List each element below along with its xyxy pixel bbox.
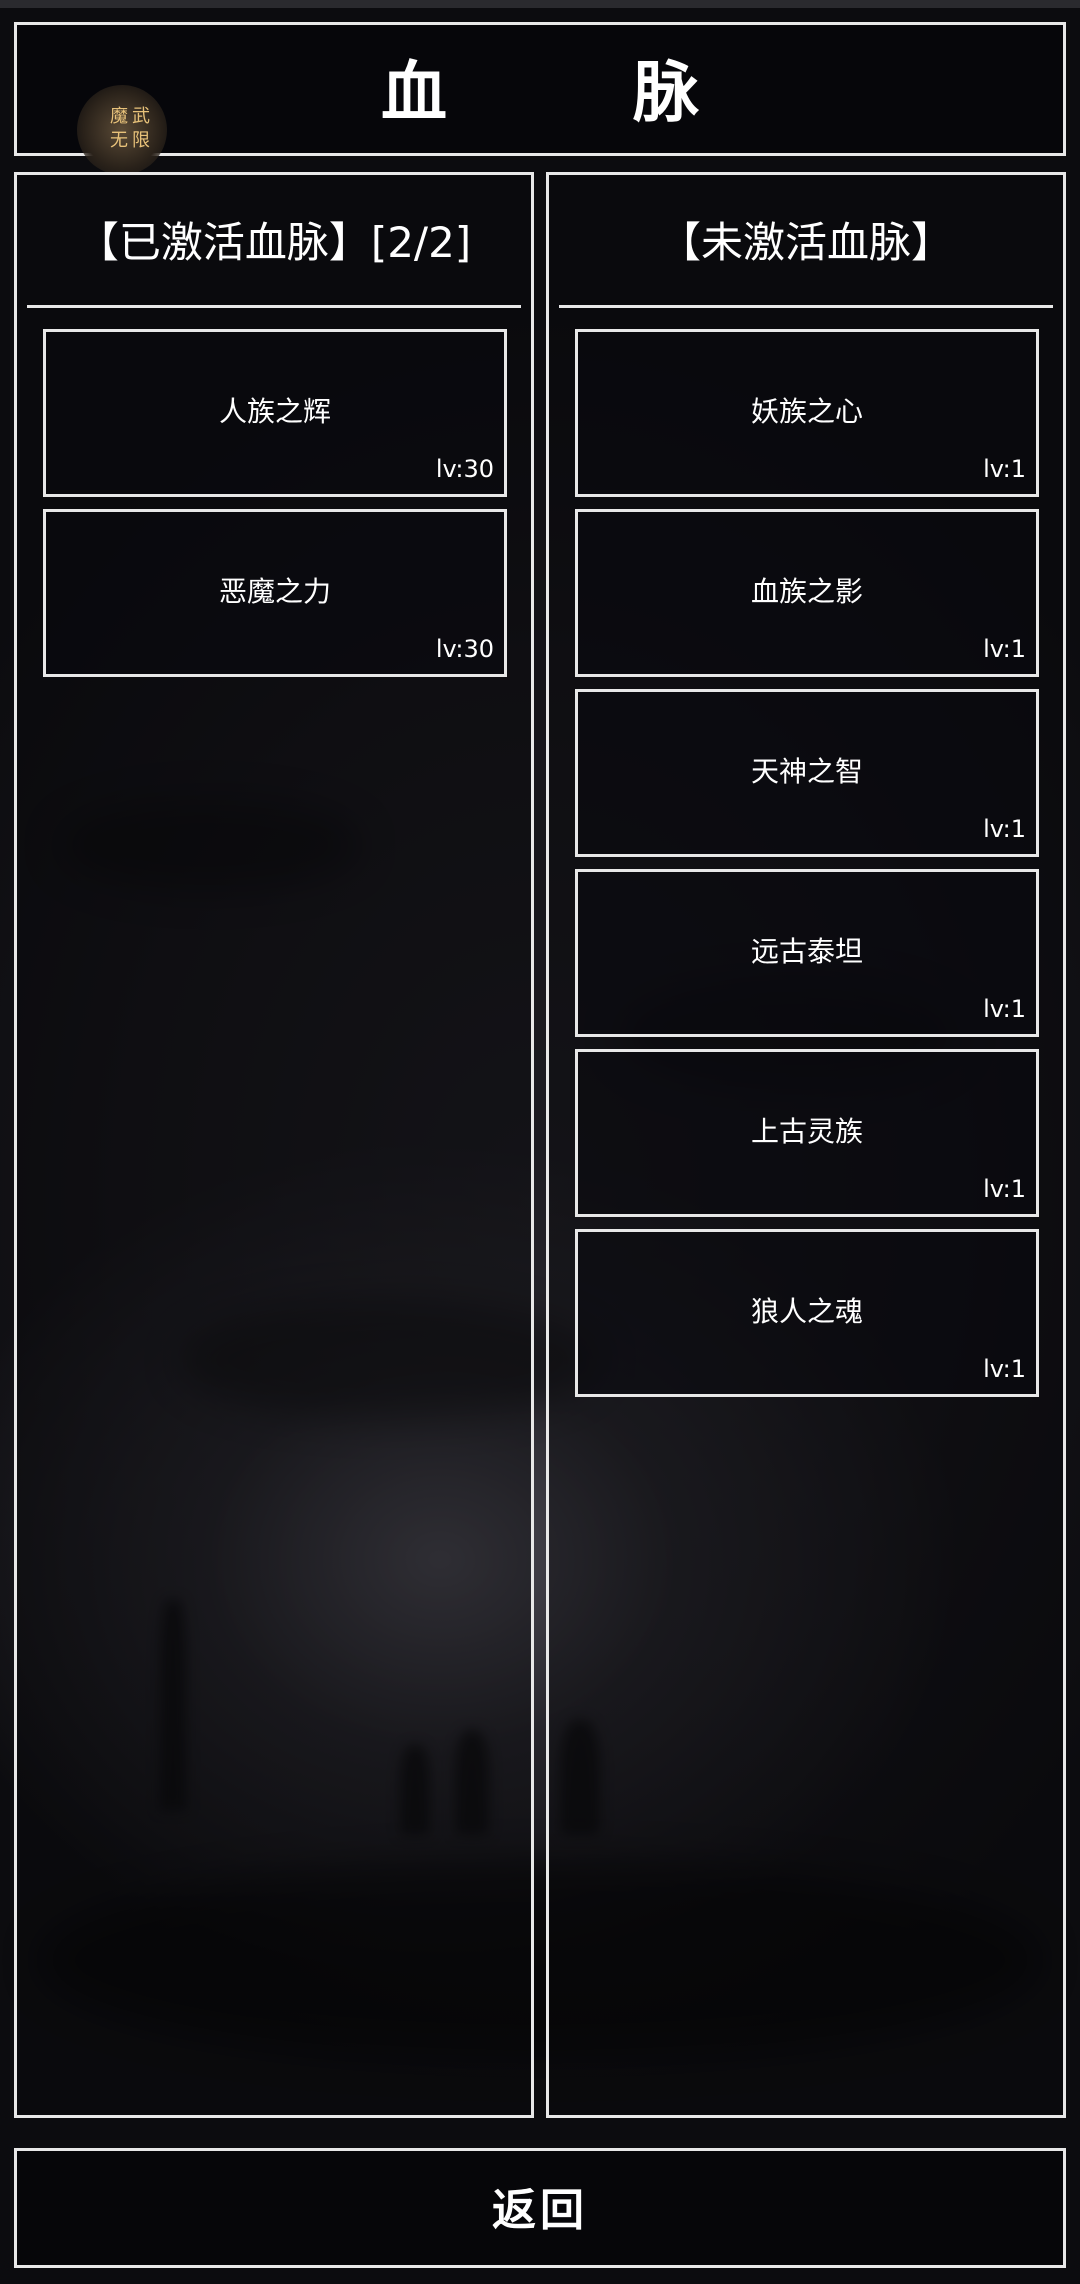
bloodline-card-activated[interactable]: 恶魔之力 lv:30 bbox=[43, 509, 507, 677]
inactive-bloodline-panel: 【未激活血脉】 妖族之心 lv:1 血族之影 lv:1 天神之智 lv:1 远古… bbox=[546, 172, 1066, 2118]
bloodline-level: lv:1 bbox=[983, 1175, 1026, 1203]
bloodline-level: lv:1 bbox=[983, 1355, 1026, 1383]
header-bar: 魔武无限 血 脉 bbox=[14, 22, 1066, 175]
bloodline-name: 恶魔之力 bbox=[218, 575, 331, 608]
bloodline-card-inactive[interactable]: 狼人之魂 lv:1 bbox=[575, 1229, 1039, 1397]
bloodline-card-inactive[interactable]: 血族之影 lv:1 bbox=[575, 509, 1039, 677]
bloodline-name: 天神之智 bbox=[750, 755, 863, 788]
bloodline-level: lv:1 bbox=[983, 995, 1026, 1023]
activated-panel-title: 【已激活血脉】[2/2] bbox=[76, 218, 472, 267]
bloodline-name: 妖族之心 bbox=[750, 395, 863, 428]
bloodline-level: lv:1 bbox=[983, 815, 1026, 843]
bloodline-name: 血族之影 bbox=[750, 575, 863, 608]
status-strip bbox=[0, 0, 1080, 8]
bloodline-card-inactive[interactable]: 远古泰坦 lv:1 bbox=[575, 869, 1039, 1037]
bloodline-card-inactive[interactable]: 妖族之心 lv:1 bbox=[575, 329, 1039, 497]
activated-bloodline-panel: 【已激活血脉】[2/2] 人族之辉 lv:30 恶魔之力 lv:30 bbox=[14, 172, 534, 2118]
back-button-label: 返回 bbox=[492, 2185, 588, 2236]
bloodline-name: 狼人之魂 bbox=[750, 1295, 863, 1328]
bloodline-level: lv:1 bbox=[983, 455, 1026, 483]
bloodline-name: 远古泰坦 bbox=[750, 935, 863, 968]
bloodline-level: lv:30 bbox=[435, 635, 494, 663]
bloodline-card-activated[interactable]: 人族之辉 lv:30 bbox=[43, 329, 507, 497]
page-title: 血 脉 bbox=[381, 54, 759, 131]
panel-divider bbox=[27, 305, 521, 308]
bloodline-name: 人族之辉 bbox=[218, 395, 331, 428]
panel-divider bbox=[559, 305, 1053, 308]
bloodline-card-inactive[interactable]: 上古灵族 lv:1 bbox=[575, 1049, 1039, 1217]
bloodline-level: lv:1 bbox=[983, 635, 1026, 663]
inactive-panel-title: 【未激活血脉】 bbox=[658, 218, 953, 267]
back-button[interactable]: 返回 bbox=[14, 2148, 1066, 2268]
bloodline-card-inactive[interactable]: 天神之智 lv:1 bbox=[575, 689, 1039, 857]
bloodline-name: 上古灵族 bbox=[750, 1115, 863, 1148]
bloodline-level: lv:30 bbox=[435, 455, 494, 483]
